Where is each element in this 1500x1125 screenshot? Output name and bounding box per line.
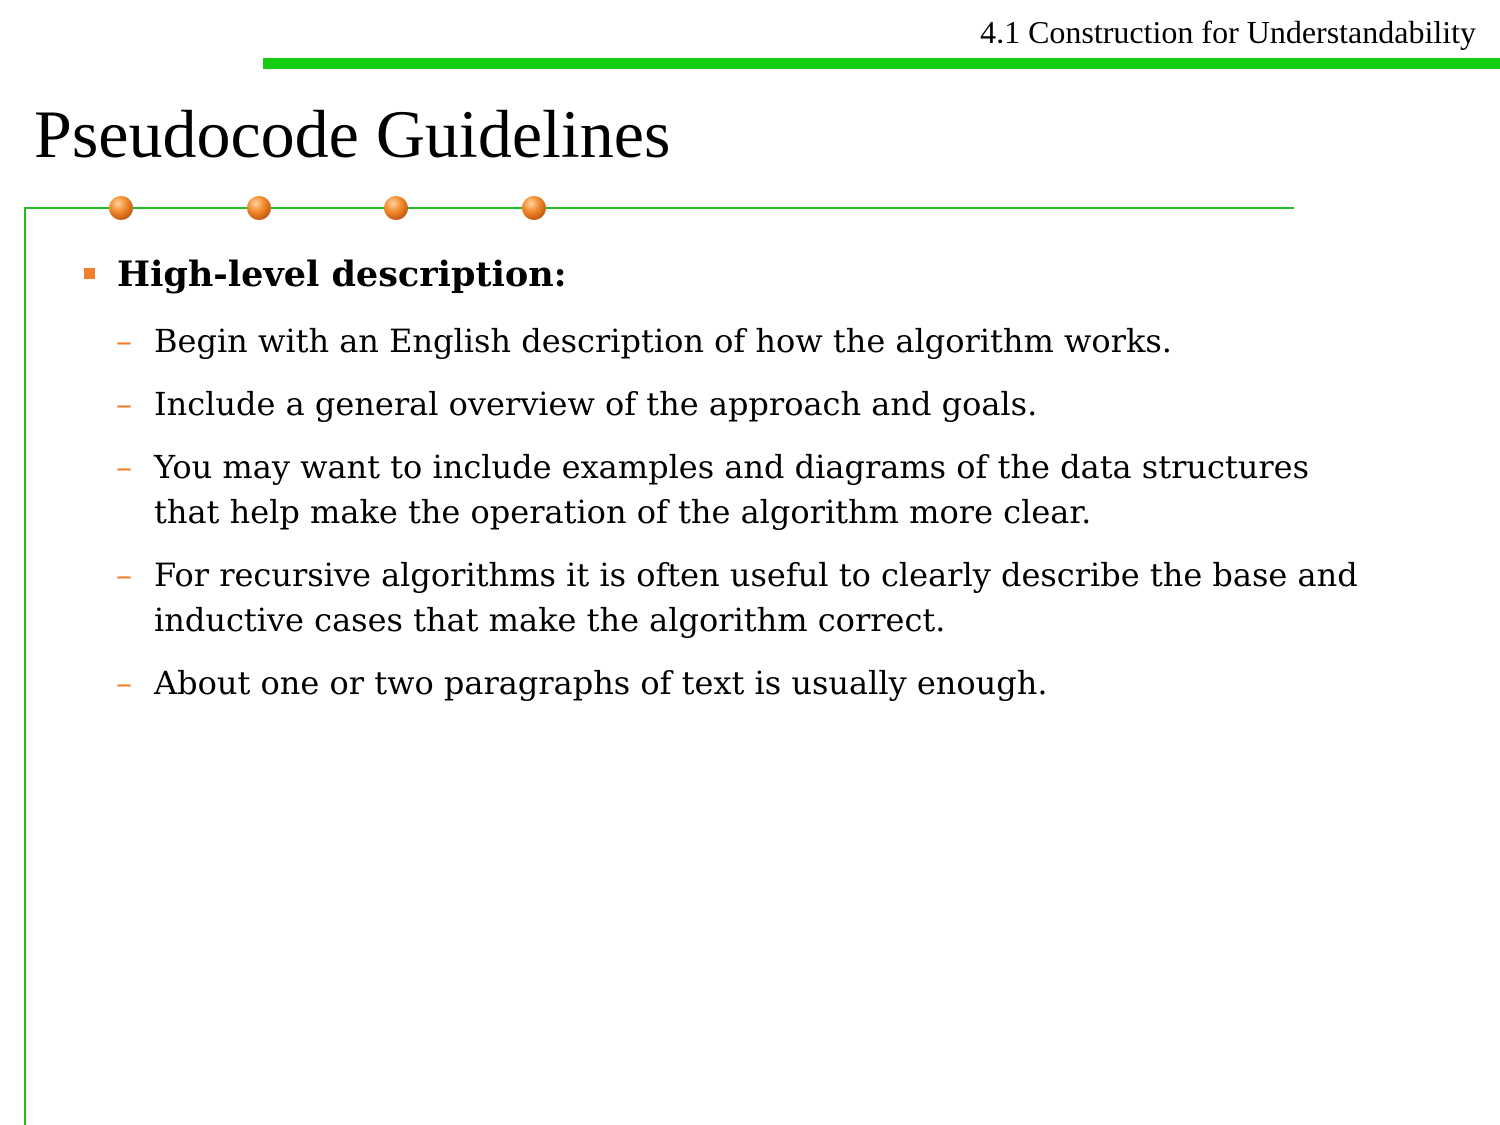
dash-bullet-icon: –: [116, 385, 132, 423]
square-bullet-icon: [84, 268, 95, 279]
slide-title: Pseudocode Guidelines: [34, 96, 671, 172]
orange-bead-icon: [384, 196, 408, 220]
header-rule: [263, 58, 1500, 69]
dash-bullet-icon: –: [116, 448, 132, 486]
dash-bullet-icon: –: [116, 556, 132, 594]
title-divider: [24, 207, 1294, 209]
dash-bullet-icon: –: [116, 664, 132, 702]
orange-bead-icon: [522, 196, 546, 220]
main-bullet-text: High-level description:: [117, 254, 567, 295]
sub-bullet-text: About one or two paragraphs of text is u…: [154, 664, 1048, 702]
orange-bead-icon: [109, 196, 133, 220]
sub-bullet-text: For recursive algorithms it is often use…: [154, 556, 1358, 639]
orange-bead-icon: [247, 196, 271, 220]
section-header: 4.1 Construction for Understandability: [980, 14, 1476, 50]
sub-bullet-text: You may want to include examples and dia…: [154, 448, 1310, 531]
left-border-rule: [24, 207, 26, 1125]
sub-bullet-text: Include a general overview of the approa…: [154, 385, 1038, 423]
dash-bullet-icon: –: [116, 322, 132, 360]
sub-bullet-text: Begin with an English description of how…: [154, 322, 1172, 360]
